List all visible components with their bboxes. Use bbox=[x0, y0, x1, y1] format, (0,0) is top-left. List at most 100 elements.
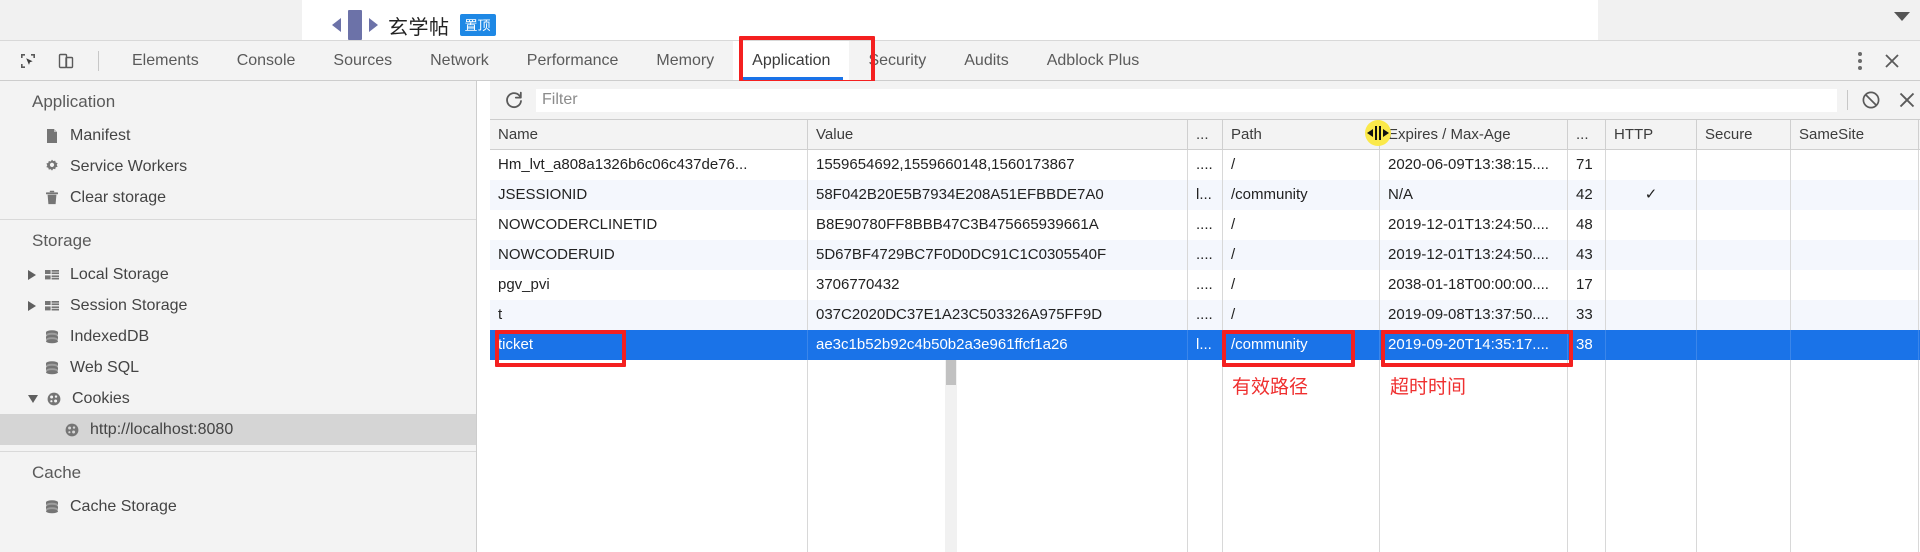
cell-http bbox=[1606, 240, 1697, 270]
cell-secure bbox=[1697, 180, 1791, 210]
sidebar-item-service-workers[interactable]: Service Workers bbox=[0, 151, 476, 182]
table-row[interactable]: JSESSIONID 58F042B20E5B7934E208A51EFBBDE… bbox=[490, 180, 1920, 210]
tab-adblock-plus[interactable]: Adblock Plus bbox=[1028, 41, 1159, 80]
cell-path: / bbox=[1223, 240, 1380, 270]
devtools-body: Application Manifest Service Workers Cle… bbox=[0, 81, 1920, 552]
application-sidebar: Application Manifest Service Workers Cle… bbox=[0, 81, 477, 552]
cell-name: Hm_lvt_a808a1326b6c06c437de76... bbox=[490, 150, 808, 180]
tab-label: Memory bbox=[656, 51, 715, 69]
tab-console[interactable]: Console bbox=[218, 41, 315, 80]
tab-label: Network bbox=[430, 51, 489, 69]
cell-expires: 2019-09-08T13:37:50.... bbox=[1380, 300, 1568, 330]
column-header-expires[interactable]: Expires / Max-Age bbox=[1380, 120, 1568, 149]
sidebar-item-label: http://localhost:8080 bbox=[90, 420, 234, 438]
cell-samesite bbox=[1791, 240, 1919, 270]
sidebar-item-session-storage[interactable]: Session Storage bbox=[0, 290, 476, 321]
arrow-left-icon bbox=[1367, 129, 1373, 137]
sidebar-item-cookies[interactable]: Cookies bbox=[0, 383, 476, 414]
column-header-secure[interactable]: Secure bbox=[1697, 120, 1791, 149]
sidebar-item-label: Service Workers bbox=[70, 157, 188, 175]
cell-name: JSESSIONID bbox=[490, 180, 808, 210]
tab-memory[interactable]: Memory bbox=[637, 41, 733, 80]
refresh-icon[interactable] bbox=[502, 88, 526, 112]
page-content-strip: 玄学帖 置顶 bbox=[0, 0, 1920, 41]
sidebar-item-manifest[interactable]: Manifest bbox=[0, 120, 476, 151]
table-icon bbox=[43, 297, 61, 315]
table-row[interactable]: NOWCODERUID 5D67BF4729BC7F0D0DC91C1C0305… bbox=[490, 240, 1920, 270]
column-header-size[interactable]: ... bbox=[1188, 120, 1223, 149]
cell-http: ✓ bbox=[1606, 180, 1697, 210]
cell-expires: 2038-01-18T00:00:00.... bbox=[1380, 270, 1568, 300]
cell-extra: 48 bbox=[1568, 210, 1606, 240]
table-row[interactable]: Hm_lvt_a808a1326b6c06c437de76... 1559654… bbox=[490, 150, 1920, 180]
cell-expires: 2019-12-01T13:24:50.... bbox=[1380, 210, 1568, 240]
document-icon bbox=[43, 127, 61, 145]
toggle-device-toolbar-icon[interactable] bbox=[52, 47, 80, 75]
chevron-right-icon[interactable] bbox=[28, 300, 36, 311]
tab-elements[interactable]: Elements bbox=[113, 41, 218, 80]
sidebar-item-web-sql[interactable]: Web SQL bbox=[0, 352, 476, 383]
chevron-right-icon[interactable] bbox=[28, 269, 36, 280]
column-header-samesite[interactable]: SameSite bbox=[1791, 120, 1919, 149]
cell-samesite bbox=[1791, 150, 1919, 180]
cell-http bbox=[1606, 330, 1697, 360]
column-header-name[interactable]: Name bbox=[490, 120, 808, 149]
resize-grip-icon bbox=[1375, 126, 1381, 140]
sidebar-item-label: Session Storage bbox=[70, 296, 188, 314]
tab-label: Security bbox=[868, 51, 927, 69]
table-header-row: Name Value ... Path Expires / Max-Age ..… bbox=[490, 120, 1920, 150]
tab-label: Sources bbox=[333, 51, 393, 69]
cell-path: / bbox=[1223, 270, 1380, 300]
sidebar-item-localhost-8080[interactable]: http://localhost:8080 bbox=[0, 414, 476, 445]
cell-value: 1559654692,1559660148,1560173867 bbox=[808, 150, 1188, 180]
tab-security[interactable]: Security bbox=[849, 41, 945, 80]
sidebar-item-clear-storage[interactable]: Clear storage bbox=[0, 182, 476, 213]
devtools-right-tools bbox=[1846, 41, 1920, 80]
tab-performance[interactable]: Performance bbox=[508, 41, 638, 80]
trash-icon bbox=[43, 189, 61, 207]
post-title[interactable]: 玄学帖 bbox=[388, 11, 450, 40]
chevron-down-icon[interactable] bbox=[28, 394, 38, 403]
inspect-element-icon[interactable] bbox=[14, 47, 42, 75]
vote-left-triangle-icon bbox=[332, 18, 341, 32]
post-pinned-badge: 置顶 bbox=[459, 14, 496, 36]
column-resize-cursor[interactable] bbox=[1365, 120, 1391, 146]
tab-application[interactable]: Application bbox=[733, 41, 850, 80]
table-row[interactable]: t 037C2020DC37E1A23C503326A975FF9D .... … bbox=[490, 300, 1920, 330]
delete-cookie-icon[interactable] bbox=[1894, 87, 1920, 113]
column-header-http[interactable]: HTTP bbox=[1606, 120, 1697, 149]
empty-cell bbox=[1188, 360, 1223, 552]
cell-extra: 71 bbox=[1568, 150, 1606, 180]
filter-input[interactable] bbox=[536, 88, 1837, 112]
cell-samesite bbox=[1791, 300, 1919, 330]
cell-size: .... bbox=[1188, 300, 1223, 330]
twisty-placeholder bbox=[28, 503, 36, 511]
column-header-extra[interactable]: ... bbox=[1568, 120, 1606, 149]
chevron-down-icon[interactable] bbox=[1894, 12, 1910, 21]
tab-audits[interactable]: Audits bbox=[945, 41, 1027, 80]
sidebar-item-local-storage[interactable]: Local Storage bbox=[0, 259, 476, 290]
sidebar-item-cache-storage[interactable]: Cache Storage bbox=[0, 491, 476, 522]
sidebar-item-indexeddb[interactable]: IndexedDB bbox=[0, 321, 476, 352]
gear-icon bbox=[43, 158, 61, 176]
cell-size: .... bbox=[1188, 150, 1223, 180]
database-icon bbox=[43, 498, 61, 516]
expires-annotation: 超时时间 bbox=[1390, 376, 1467, 398]
table-row-selected[interactable]: ticket ae3c1b52b92c4b50b2a3e961ffcf1a26 … bbox=[490, 330, 1920, 360]
tab-sources[interactable]: Sources bbox=[314, 41, 411, 80]
empty-cell bbox=[1568, 360, 1606, 552]
tab-network[interactable]: Network bbox=[411, 41, 508, 80]
sidebar-item-label: Manifest bbox=[70, 126, 131, 144]
close-devtools-icon[interactable] bbox=[1878, 47, 1906, 75]
table-row[interactable]: pgv_pvi 3706770432 .... / 2038-01-18T00:… bbox=[490, 270, 1920, 300]
cell-value: B8E90780FF8BBB47C3B475665939661A bbox=[808, 210, 1188, 240]
column-header-value[interactable]: Value bbox=[808, 120, 1188, 149]
twisty-placeholder bbox=[28, 194, 36, 202]
twisty-placeholder bbox=[48, 426, 56, 434]
column-header-path[interactable]: Path bbox=[1223, 120, 1380, 149]
sidebar-item-label: Cache Storage bbox=[70, 497, 177, 515]
more-options-icon[interactable] bbox=[1846, 47, 1874, 75]
clear-cookies-icon[interactable] bbox=[1858, 87, 1884, 113]
cell-value: 58F042B20E5B7934E208A51EFBBDE7A0 bbox=[808, 180, 1188, 210]
table-row[interactable]: NOWCODERCLINETID B8E90780FF8BBB47C3B4756… bbox=[490, 210, 1920, 240]
